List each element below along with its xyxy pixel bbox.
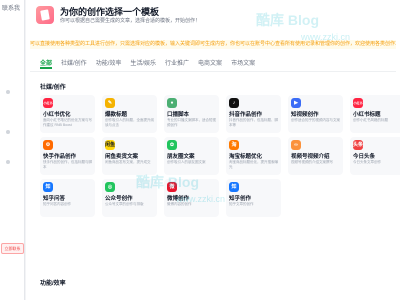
pen-icon: ✎ xyxy=(105,98,115,108)
watermark-url: www.zzki.cn xyxy=(176,194,226,204)
tab-industry[interactable]: 行业推广 xyxy=(165,58,189,67)
tab-efficiency[interactable]: 功能/效率 xyxy=(96,58,122,67)
card-description: 知乎文章的创作 xyxy=(229,202,254,206)
card-description: 创作适合知乎的视频内容与文案 xyxy=(291,118,340,122)
section-title-efficiency: 功能/效率 xyxy=(40,281,66,287)
template-card[interactable]: 知知乎问答 知乎问答内容创作 xyxy=(40,179,95,217)
template-card[interactable]: 小红书小红书优化 面向小红书笔记的优化方案与写作建议 RNB Boost xyxy=(40,95,95,133)
main-panel: 为你的创作选择一个模板 你可以根据自己需要生成的文章，选择合适的模板，开始创作！… xyxy=(26,0,400,300)
card-title: 小红书优化 xyxy=(43,112,71,118)
tab-marketing[interactable]: 市场文案 xyxy=(231,58,255,67)
watermark-logo: 酷库 Blog xyxy=(136,174,199,190)
template-card[interactable]: ✿ 朋友圈文案 创作吸引人的朋友圈文案 xyxy=(164,137,219,175)
card-title: 朋友圈文案 xyxy=(167,154,195,160)
card-description: 闲鱼商品发布文案，提升成交 xyxy=(105,160,151,164)
card-title: 公众号创作 xyxy=(105,196,133,202)
template-card[interactable]: ● 口播脚本 专业的口播文案脚本，适合短视频创作 xyxy=(164,95,219,133)
card-description: 面向小红书笔记的优化方案与写作建议 RNB Boost xyxy=(43,118,92,127)
template-card[interactable]: 小红书小红书标题 创作小红书风格的标题 xyxy=(350,95,400,133)
moments-icon: ✿ xyxy=(167,140,177,150)
card-title: 知视频创作 xyxy=(291,112,319,118)
tab-all[interactable]: 全部 xyxy=(40,58,52,67)
watermark-logo: 酷库 Blog xyxy=(256,12,319,28)
zhihu-qa-icon: 知 xyxy=(43,182,53,192)
sidebar-title: 联系我 xyxy=(2,6,21,12)
contact-button[interactable]: 立即联系 xyxy=(1,243,24,254)
card-title: 抖音作品创作 xyxy=(229,112,263,118)
active-tab-indicator xyxy=(40,67,52,69)
xianyu-icon: 闲鱼 xyxy=(105,140,115,150)
card-title: 视频号视频介绍 xyxy=(291,154,330,160)
card-description: 淘宝商品标题优化，提升搜索曝光 xyxy=(229,160,278,169)
notice-banner: 可以直接使用各种类型的工具进行创作，只需选择对应的模板，输入关键词即可生成内容，… xyxy=(30,40,396,49)
video-icon: ▶ xyxy=(291,98,301,108)
card-description: 创作小红书风格的标题 xyxy=(353,118,388,122)
card-description: 创作吸引人的标题，全面提升阅读与点击 xyxy=(105,118,154,127)
app-logo-icon xyxy=(36,6,54,24)
card-title: 爆款标题 xyxy=(105,112,128,118)
template-card[interactable]: ⚙ 快手作品创作 快手作品的创作，包括标题与脚本 xyxy=(40,137,95,175)
taobao-icon: 淘 xyxy=(229,140,239,150)
card-title: 小红书标题 xyxy=(353,112,381,118)
card-description: 快手作品的创作，包括标题与脚本 xyxy=(43,160,92,169)
divider xyxy=(30,71,396,72)
template-card[interactable]: ▶ 知视频创作 创作适合知乎的视频内容与文案 xyxy=(288,95,343,133)
template-card[interactable]: ∞ 视频号视频介绍 视频号视频的介绍文案撰写 xyxy=(288,137,343,175)
card-title: 淘宝标题优化 xyxy=(229,154,263,160)
xiaohongshu-title-icon: 小红书 xyxy=(353,98,363,108)
card-description: 视频号视频的介绍文案撰写 xyxy=(291,160,333,164)
card-title: 知乎问答 xyxy=(43,196,66,202)
tiktok-icon: ♪ xyxy=(229,98,239,108)
channels-icon: ∞ xyxy=(291,140,301,150)
card-description: 抖音作品的创作，包括标题、脚本等 xyxy=(229,118,278,127)
sidebar: 联系我 立即联系 xyxy=(0,0,25,300)
tab-social[interactable]: 社媒/创作 xyxy=(61,58,87,67)
card-title: 口播脚本 xyxy=(167,112,190,118)
template-card[interactable]: 知知乎创作 知乎文章的创作 xyxy=(226,179,281,217)
tab-ecommerce[interactable]: 电商文案 xyxy=(198,58,222,67)
section-title-social: 社媒/创作 xyxy=(40,85,66,91)
kuaishou-icon: ⚙ xyxy=(43,140,53,150)
sidebar-dot-icon[interactable] xyxy=(6,90,10,94)
card-description: 专业的口播文案脚本，适合短视频创作 xyxy=(167,118,216,127)
card-title: 快手作品创作 xyxy=(43,154,77,160)
toutiao-icon: 头条 xyxy=(353,140,363,150)
tab-life[interactable]: 生活/娱乐 xyxy=(130,58,156,67)
sidebar-dot-icon[interactable] xyxy=(6,130,10,134)
category-tabs: 全部 社媒/创作 功能/效率 生活/娱乐 行业推广 电商文案 市场文案 xyxy=(40,58,255,67)
card-title: 知乎创作 xyxy=(229,196,252,202)
card-title: 闲鱼卖货文案 xyxy=(105,154,139,160)
wechat-official-icon: ◎ xyxy=(105,182,115,192)
card-description: 知乎问答内容创作 xyxy=(43,202,71,206)
xiaohongshu-icon: 小红书 xyxy=(43,98,53,108)
page-subtitle: 你可以根据自己需要生成的文章，选择合适的模板，开始创作！ xyxy=(60,18,201,24)
card-description: 公众号文章的创作与排版 xyxy=(105,202,144,206)
template-card[interactable]: 淘淘宝标题优化 淘宝商品标题优化，提升搜索曝光 xyxy=(226,137,281,175)
card-description: 创作吸引人的朋友圈文案 xyxy=(167,160,206,164)
template-card[interactable]: ♪ 抖音作品创作 抖音作品的创作，包括标题、脚本等 xyxy=(226,95,281,133)
template-card[interactable]: ✎ 爆款标题 创作吸引人的标题，全面提升阅读与点击 xyxy=(102,95,157,133)
sidebar-dot-icon[interactable] xyxy=(6,160,10,164)
card-title: 今日头条 xyxy=(353,154,376,160)
zhihu-icon: 知 xyxy=(229,182,239,192)
template-card[interactable]: 闲鱼闲鱼卖货文案 闲鱼商品发布文案，提升成交 xyxy=(102,137,157,175)
card-description: 今日头条文章创作 xyxy=(353,160,381,164)
mic-icon: ● xyxy=(167,98,177,108)
template-card[interactable]: 头条今日头条 今日头条文章创作 xyxy=(350,137,400,175)
